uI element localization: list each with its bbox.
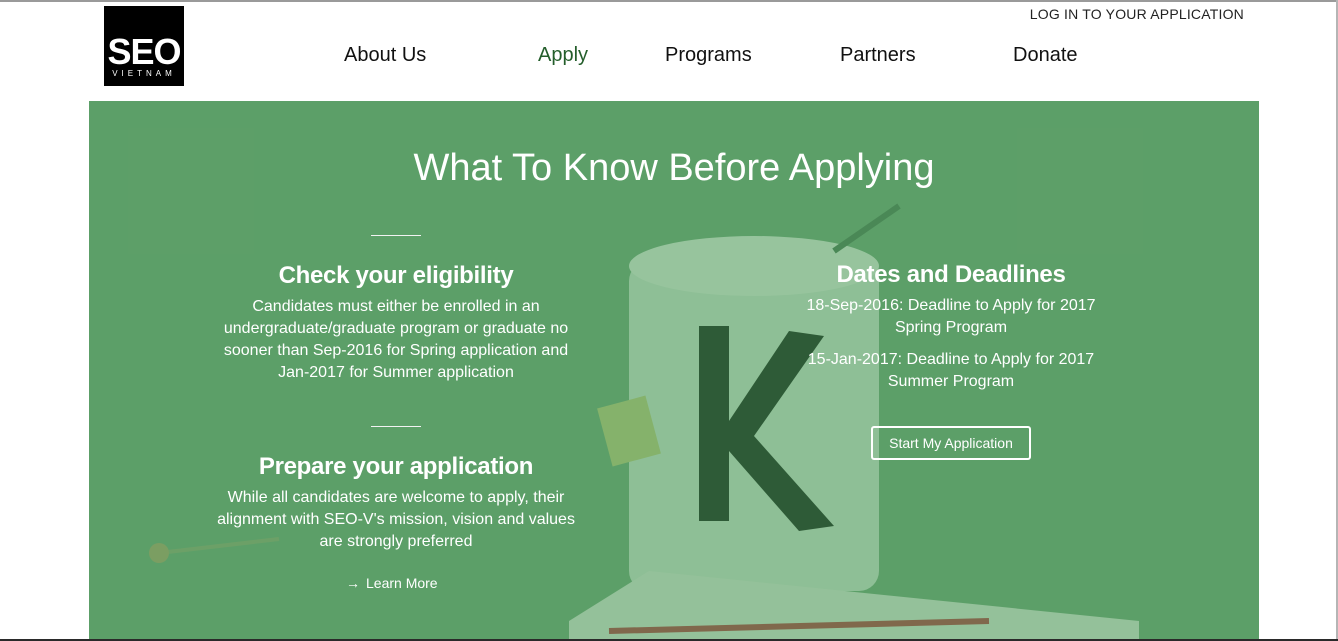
- eligibility-heading: Check your eligibility: [278, 262, 514, 289]
- nav-programs[interactable]: Programs: [665, 44, 752, 67]
- prepare-block: Prepare your application While all candi…: [211, 453, 581, 553]
- section-divider: [371, 235, 421, 236]
- nav-apply[interactable]: Apply: [538, 44, 588, 67]
- nav-about-us[interactable]: About Us: [344, 44, 426, 67]
- deadline-item: 15-Jan-2017: Deadline to Apply for 2017 …: [807, 351, 1095, 390]
- nav-partners[interactable]: Partners: [840, 44, 916, 67]
- login-link[interactable]: LOG IN TO YOUR APPLICATION: [1030, 6, 1244, 22]
- hero-title: What To Know Before Applying: [413, 147, 935, 189]
- prepare-text: While all candidates are welcome to appl…: [217, 489, 575, 550]
- eligibility-text: Candidates must either be enrolled in an…: [223, 298, 569, 381]
- prepare-heading: Prepare your application: [258, 453, 534, 480]
- main-nav: About Us Apply Programs Partners Donate: [0, 44, 1338, 74]
- learn-more-link[interactable]: → Learn More: [346, 575, 438, 591]
- arrow-right-icon: →: [346, 575, 360, 591]
- deadlines-block: Dates and Deadlines 18-Sep-2016: Deadlin…: [771, 261, 1131, 393]
- start-application-button[interactable]: Start My Application: [871, 426, 1031, 460]
- site-header: SEO VIETNAM LOG IN TO YOUR APPLICATION A…: [0, 2, 1338, 101]
- eligibility-block: Check your eligibility Candidates must e…: [211, 262, 581, 384]
- section-divider: [371, 426, 421, 427]
- learn-more-label: Learn More: [366, 575, 438, 591]
- hero-section: What To Know Before Applying Check your …: [89, 101, 1259, 641]
- nav-donate[interactable]: Donate: [1013, 44, 1078, 67]
- deadlines-heading: Dates and Deadlines: [836, 261, 1066, 288]
- deadline-item: 18-Sep-2016: Deadline to Apply for 2017 …: [806, 297, 1096, 336]
